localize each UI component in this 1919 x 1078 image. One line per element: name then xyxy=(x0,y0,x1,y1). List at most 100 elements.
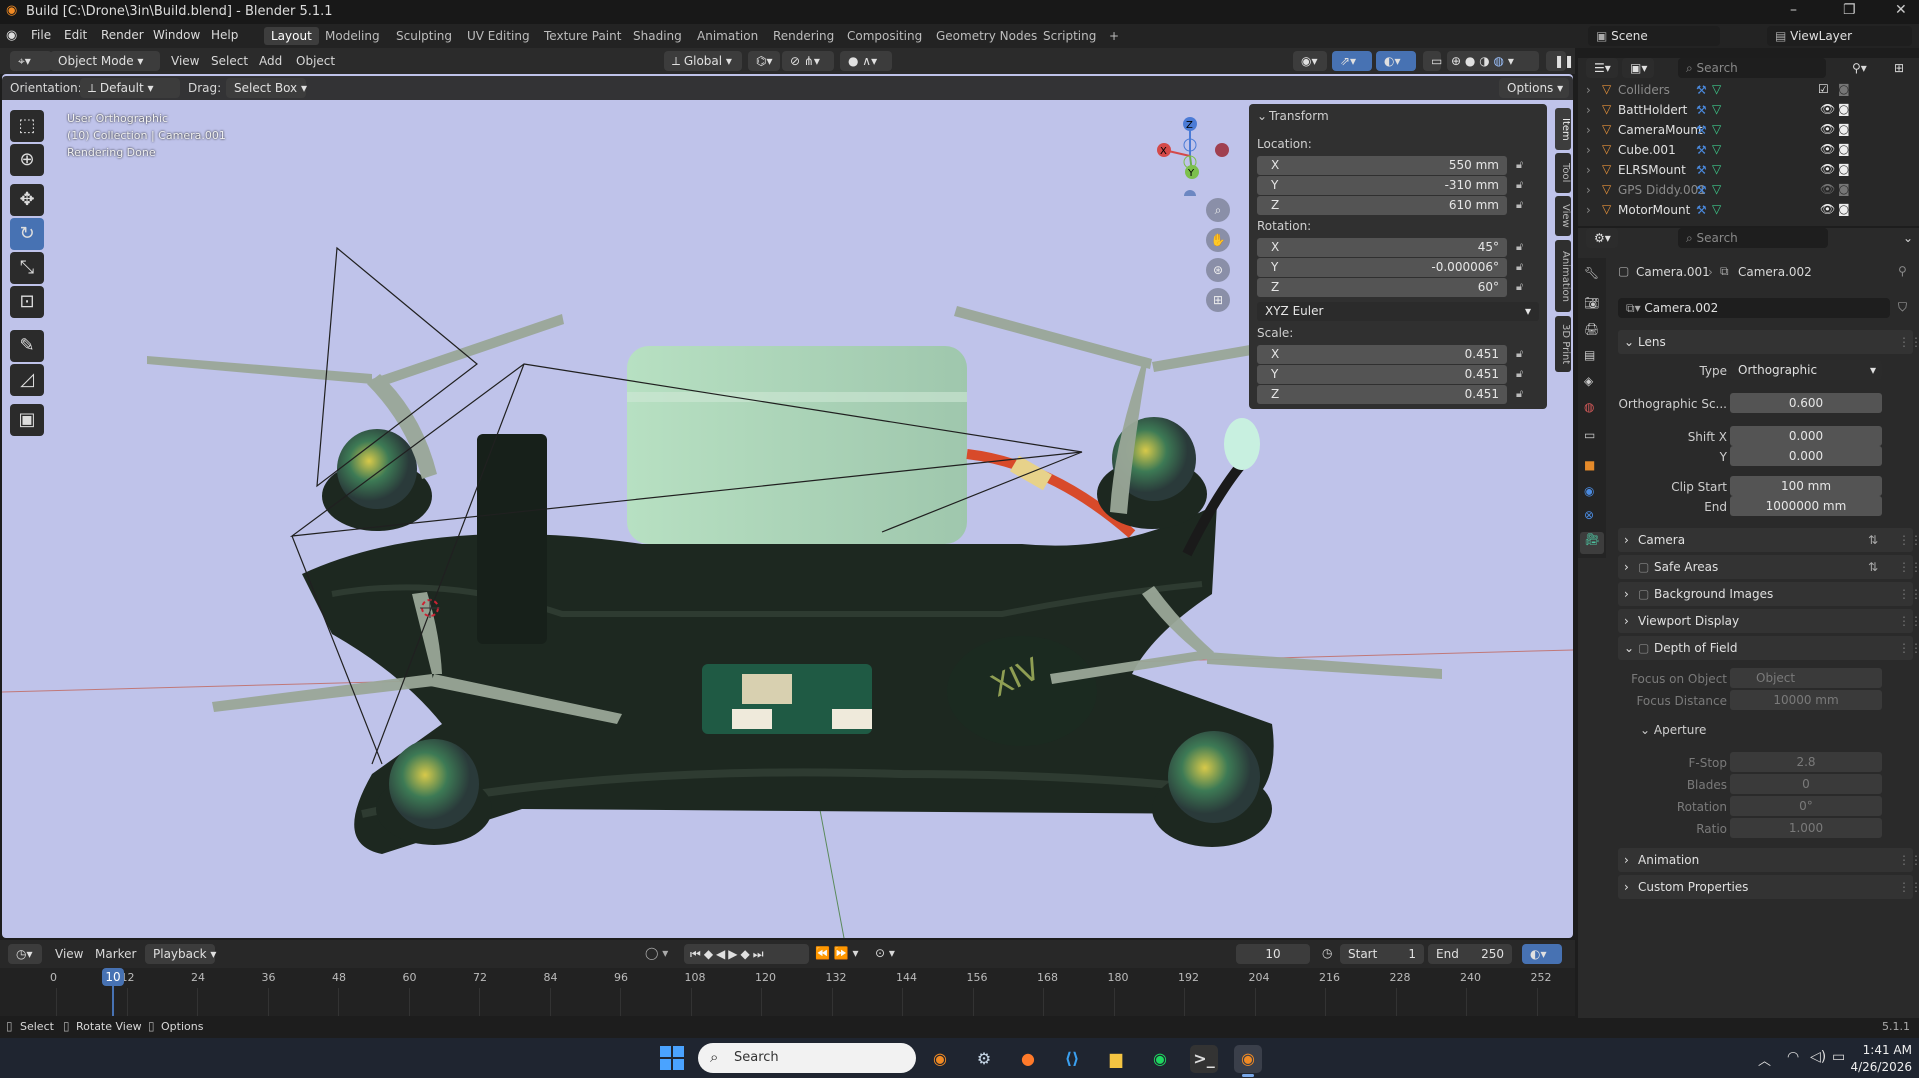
menu-help[interactable]: Help xyxy=(211,28,238,42)
ortho-scale-field[interactable]: 0.600 xyxy=(1730,393,1882,413)
expand-icon[interactable]: › xyxy=(1586,143,1591,157)
sidebar-tab-tool[interactable]: Tool xyxy=(1555,153,1571,193)
volume-icon[interactable]: ◁) xyxy=(1810,1049,1826,1065)
custom-properties-panel-header[interactable]: › Custom Properties ⋮⋮ xyxy=(1618,875,1919,899)
blades-field[interactable]: 0 xyxy=(1730,774,1882,794)
depth-of-field-panel-header[interactable]: ⌄ ▢ Depth of Field ⋮⋮ xyxy=(1618,636,1919,660)
battery-icon[interactable]: ▭ xyxy=(1832,1049,1845,1065)
lock-icon[interactable]: 🔓︎ xyxy=(1516,240,1523,254)
material-shading-icon[interactable]: ◑ xyxy=(1479,54,1489,68)
lock-icon[interactable]: 🔓︎ xyxy=(1516,198,1523,212)
blender-menu-icon[interactable]: ◉ xyxy=(6,28,17,43)
close-button[interactable]: ✕ xyxy=(1895,2,1907,18)
tab-rendering[interactable]: Rendering xyxy=(766,27,841,45)
play-reverse-icon[interactable]: ◀ xyxy=(716,947,728,961)
terminal-icon[interactable]: >_ xyxy=(1190,1045,1218,1073)
shading-modes[interactable]: ⊕ ● ◑ ◍ ▾ xyxy=(1447,51,1539,71)
overlay-toggle-icon[interactable]: ◐▾ xyxy=(1376,51,1416,71)
sidebar-tab-3dprint[interactable]: 3D Print xyxy=(1555,316,1571,372)
end-frame-field[interactable]: End 250 xyxy=(1428,944,1512,964)
aperture-rotation-field[interactable]: 0° xyxy=(1730,796,1882,816)
sidebar-tab-item[interactable]: Item xyxy=(1555,108,1571,150)
options-dropdown[interactable]: Options ▾ xyxy=(1499,78,1569,98)
start-frame-field[interactable]: Start 1 xyxy=(1340,944,1424,964)
animation-panel-header[interactable]: › Animation ⋮⋮ xyxy=(1618,848,1919,872)
lens-panel-header[interactable]: ⌄ Lens ⋮⋮ xyxy=(1618,330,1919,354)
maximize-button[interactable]: ❐ xyxy=(1843,2,1856,18)
menu-select[interactable]: Select xyxy=(211,54,248,68)
fstop-field[interactable]: 2.8 xyxy=(1730,752,1882,772)
rotation-y-field[interactable]: Y -0.000006° xyxy=(1257,258,1507,277)
chevron-down-icon[interactable]: ⌄ xyxy=(1903,231,1913,245)
navigation-gizmo[interactable]: Z X Y xyxy=(1150,116,1230,202)
properties-editor-type-icon[interactable]: ⚙▾ xyxy=(1586,228,1618,248)
spotify-icon[interactable]: ◉ xyxy=(1146,1045,1174,1073)
object-tab-icon[interactable]: ■ xyxy=(1584,458,1595,472)
sidebar-tab-view[interactable]: View xyxy=(1555,196,1571,236)
next-keyframe-icon[interactable]: ◆ xyxy=(741,947,753,961)
outliner-search-input[interactable]: ⌕ Search xyxy=(1678,58,1826,78)
tab-modeling[interactable]: Modeling xyxy=(318,27,387,45)
annotate-tool-icon[interactable]: ✎ xyxy=(10,330,44,362)
lock-icon[interactable]: 🔓︎ xyxy=(1516,280,1523,294)
current-frame-field[interactable]: 10 xyxy=(1236,944,1310,964)
mode-dropdown[interactable]: Object Mode ▾ xyxy=(50,51,160,71)
tool-tab-icon[interactable]: 🔧︎ xyxy=(1584,266,1599,280)
lock-icon[interactable]: 🔓︎ xyxy=(1516,347,1523,361)
select-box-tool-icon[interactable]: ⬚ xyxy=(10,110,44,142)
tab-texture-paint[interactable]: Texture Paint xyxy=(537,27,628,45)
taskbar-clock[interactable]: 1:41 AM 4/26/2026 xyxy=(1846,1042,1912,1076)
datablock-selector[interactable]: ⧉▾ Camera.002 xyxy=(1618,298,1890,318)
menu-add[interactable]: Add xyxy=(259,54,282,68)
output-tab-icon[interactable]: 🖨︎ xyxy=(1584,322,1599,336)
transform-tool-icon[interactable]: ⊡ xyxy=(10,286,44,318)
eye-icon[interactable]: 👁︎ xyxy=(1820,162,1835,176)
add-workspace-button[interactable]: + xyxy=(1102,27,1126,45)
expand-icon[interactable]: › xyxy=(1586,123,1591,137)
scale-tool-icon[interactable]: ⤡ xyxy=(10,252,44,284)
menu-render[interactable]: Render xyxy=(101,28,144,42)
scale-z-field[interactable]: Z 0.451 xyxy=(1257,385,1507,404)
camera-type-dropdown[interactable]: Orthographic ▾ xyxy=(1730,360,1882,380)
lock-icon[interactable]: 🔓︎ xyxy=(1516,178,1523,192)
solid-shading-icon[interactable]: ● xyxy=(1465,54,1475,68)
preview-range-icon[interactable]: ◷ xyxy=(1322,946,1332,960)
viewport-display-panel-header[interactable]: › Viewport Display ⋮⋮ xyxy=(1618,609,1919,633)
eye-icon[interactable]: 👁︎ xyxy=(1820,202,1835,216)
outliner-item[interactable]: › ▽ Colliders ⚒ ▽ ☑ ◙ xyxy=(1586,80,1916,100)
camera-render-icon[interactable]: ◙ xyxy=(1838,162,1850,176)
menu-edit[interactable]: Edit xyxy=(64,28,87,42)
eye-icon[interactable]: 👁︎ xyxy=(1820,102,1835,116)
collection-tab-icon[interactable]: ▭ xyxy=(1584,428,1595,442)
timeline-ruler[interactable]: 0 12 24 36 48 60 72 84 96 108 120 132 144 156 168 180 19… xyxy=(0,968,1575,1016)
filter-icon[interactable]: ⚲▾ xyxy=(1852,61,1867,75)
scale-y-field[interactable]: Y 0.451 xyxy=(1257,365,1507,384)
outliner-editor-type-icon[interactable]: ☰▾ xyxy=(1586,58,1618,78)
world-tab-icon[interactable]: ◍ xyxy=(1584,400,1594,414)
timeline-menu-view[interactable]: View xyxy=(55,947,83,961)
ortho-toggle-icon[interactable]: ⊞ xyxy=(1206,288,1230,312)
rendered-shading-icon[interactable]: ◍ xyxy=(1494,54,1504,68)
rotate-tool-icon[interactable]: ↻ xyxy=(10,218,44,250)
editor-type-button[interactable]: ⌖▾ xyxy=(10,51,52,71)
menu-file[interactable]: File xyxy=(31,28,51,42)
shift-y-field[interactable]: 0.000 xyxy=(1730,446,1882,466)
pan-hand-icon[interactable]: ✋ xyxy=(1206,228,1230,252)
outliner-item[interactable]: › ▽ Cube.001 ⚒ ▽ 👁︎ ◙ xyxy=(1586,140,1916,160)
new-collection-icon[interactable]: ⊞ xyxy=(1894,61,1904,75)
tab-animation[interactable]: Animation xyxy=(690,27,765,45)
start-menu-icon[interactable] xyxy=(660,1046,684,1070)
display-mode-icon[interactable]: ▣▾ xyxy=(1622,58,1654,78)
aperture-subpanel-header[interactable]: ⌄ Aperture xyxy=(1640,723,1706,737)
rotation-z-field[interactable]: Z 60° xyxy=(1257,278,1507,297)
camera-render-icon[interactable]: ◙ xyxy=(1838,122,1850,136)
cursor-tool-icon[interactable]: ⊕ xyxy=(10,144,44,176)
location-z-field[interactable]: Z 610 mm xyxy=(1257,196,1507,215)
camera-render-icon[interactable]: ◙ xyxy=(1838,202,1850,216)
camera-render-icon[interactable]: ◙ xyxy=(1838,82,1850,96)
sidebar-tab-animation[interactable]: Animation xyxy=(1555,240,1571,312)
camera-render-icon[interactable]: ◙ xyxy=(1838,142,1850,156)
proportional-edit-icon[interactable]: ● ∧▾ xyxy=(840,51,892,71)
transform-orientation-dropdown[interactable]: ⟂ Global ▾ xyxy=(664,51,742,71)
outliner-item[interactable]: › ▽ CameraMount ⚒ ▽ 👁︎ ◙ xyxy=(1586,120,1916,140)
